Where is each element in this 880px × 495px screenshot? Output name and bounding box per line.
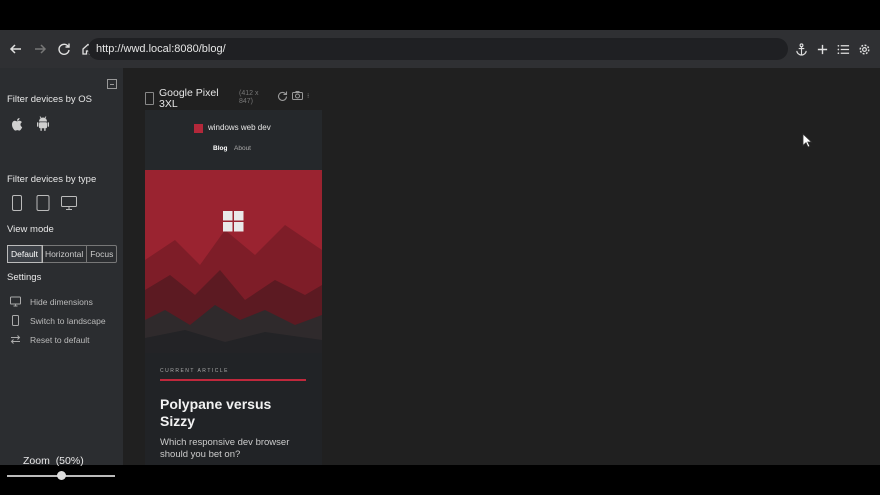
zoom-value: (50%)	[55, 455, 84, 467]
desktop-icon[interactable]	[60, 194, 78, 212]
switch-landscape-setting[interactable]: Switch to landscape	[10, 315, 106, 326]
gear-icon	[858, 43, 870, 55]
article-kicker: CURRENT ARTICLE	[160, 368, 229, 374]
zoom-label: Zoom (50%)	[23, 455, 84, 467]
arrow-left-icon	[9, 44, 21, 54]
monitor-icon	[10, 296, 21, 307]
more-vertical-icon[interactable]	[307, 90, 312, 101]
nav-link-blog[interactable]: Blog	[213, 145, 227, 152]
reset-default-label: Reset to default	[30, 334, 90, 345]
device-name: Google Pixel 3XL	[159, 87, 219, 110]
back-button[interactable]	[6, 39, 26, 59]
toolbar-actions	[793, 39, 872, 59]
url-text: http://wwd.local:8080/blog/	[96, 43, 226, 55]
phone-rotate-icon	[12, 315, 19, 326]
mouse-cursor-icon	[802, 133, 813, 148]
hide-dimensions-label: Hide dimensions	[30, 296, 93, 307]
plus-icon	[817, 44, 827, 54]
article-subtitle: Which responsive dev browser should you …	[160, 437, 290, 460]
site-name[interactable]: windows web dev	[208, 123, 271, 132]
apple-icon[interactable]	[8, 115, 26, 133]
view-mode-focus[interactable]: Focus	[87, 246, 116, 262]
reload-button[interactable]	[54, 39, 74, 59]
type-filter-row	[8, 194, 78, 212]
filter-type-heading: Filter devices by type	[7, 174, 97, 185]
filter-os-heading: Filter devices by OS	[7, 94, 92, 105]
zoom-slider-handle[interactable]	[57, 471, 66, 480]
site-logo	[194, 124, 203, 133]
sidebar: Filter devices by OS Filter devices by t…	[0, 68, 123, 480]
kicker-divider	[160, 379, 306, 381]
app-window: http://wwd.local:8080/blog/ Filter devic…	[0, 30, 880, 480]
collapse-sidebar-button[interactable]	[107, 79, 117, 89]
view-mode-horizontal[interactable]: Horizontal	[42, 246, 88, 262]
reset-default-setting[interactable]: Reset to default	[10, 334, 90, 345]
phone-icon[interactable]	[8, 194, 26, 212]
add-button[interactable]	[814, 39, 830, 59]
anchor-button[interactable]	[793, 39, 809, 59]
swap-arrows-icon	[10, 335, 21, 344]
toolbar: http://wwd.local:8080/blog/	[0, 30, 880, 68]
article-title[interactable]: Polypane versus Sizzy	[160, 396, 310, 430]
settings-button[interactable]	[856, 39, 872, 59]
view-mode-toggle: Default Horizontal Focus	[7, 245, 118, 263]
forward-button[interactable]	[30, 39, 50, 59]
arrow-right-icon	[35, 44, 47, 54]
hero-image	[145, 170, 322, 353]
tablet-icon[interactable]	[34, 194, 52, 212]
device-dimensions: (412 x 847)	[239, 90, 259, 105]
nav-link-about[interactable]: About	[234, 145, 251, 152]
view-mode-default[interactable]: Default	[7, 245, 43, 263]
android-icon[interactable]	[34, 115, 52, 133]
switch-landscape-label: Switch to landscape	[30, 315, 106, 326]
hide-dimensions-setting[interactable]: Hide dimensions	[10, 296, 93, 307]
device-actions	[277, 90, 312, 101]
zoom-slider[interactable]	[7, 471, 115, 480]
anchor-icon	[795, 42, 807, 56]
view-mode-heading: View mode	[7, 224, 54, 235]
list-icon	[837, 44, 849, 54]
camera-icon[interactable]	[292, 90, 303, 101]
site-header: windows web dev Blog About	[145, 110, 322, 170]
device-list-button[interactable]	[835, 39, 851, 59]
url-bar[interactable]: http://wwd.local:8080/blog/	[88, 38, 788, 60]
settings-heading: Settings	[7, 272, 42, 283]
device-phone-icon	[145, 92, 154, 105]
device-header: Google Pixel 3XL (412 x 847)	[145, 86, 322, 112]
os-filter-row	[8, 115, 52, 133]
reload-icon	[58, 43, 70, 55]
device-screen[interactable]: windows web dev Blog About CURRENT ARTIC…	[145, 110, 322, 465]
rotate-icon[interactable]	[277, 90, 288, 101]
